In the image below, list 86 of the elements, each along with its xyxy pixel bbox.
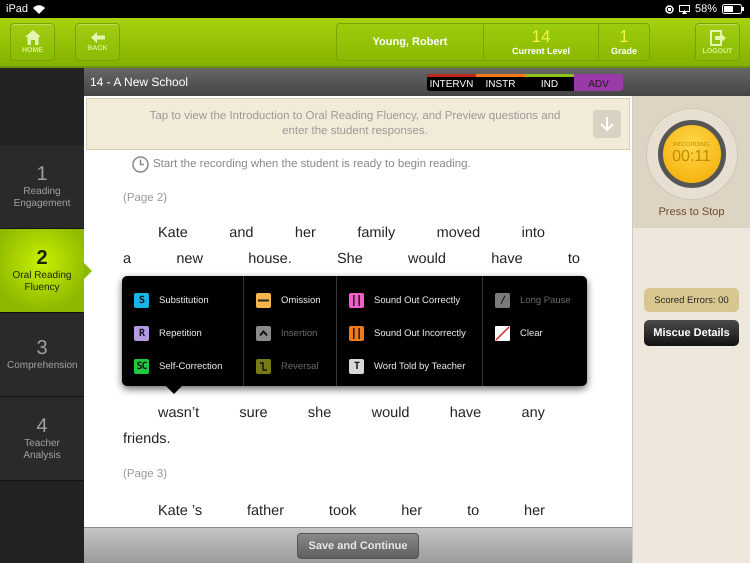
passage-word[interactable]: father bbox=[246, 503, 284, 519]
grade-label: Grade bbox=[610, 46, 637, 56]
level-tab[interactable]: INTERVN bbox=[427, 74, 476, 90]
down-arrow-icon bbox=[600, 116, 614, 132]
caret-icon bbox=[256, 326, 271, 341]
miscue-symbol: / bbox=[495, 293, 510, 308]
miscue-option[interactable]: Omission bbox=[256, 284, 336, 317]
clock-icon bbox=[132, 156, 149, 172]
clear-icon bbox=[495, 326, 510, 341]
step-tab[interactable]: 4 Teacher Analysis bbox=[0, 397, 84, 481]
passage-word[interactable]: would bbox=[408, 251, 446, 267]
save-and-continue-button[interactable]: Save and Continue bbox=[297, 532, 419, 558]
stop-hint: Press to Stop bbox=[658, 206, 725, 218]
passage-word[interactable]: new bbox=[176, 251, 203, 267]
exit-icon bbox=[710, 30, 726, 46]
page-label: (Page 3) bbox=[123, 468, 168, 480]
passage-word[interactable]: have bbox=[450, 405, 482, 421]
passage-word[interactable]: a bbox=[123, 251, 132, 267]
step-number: 2 bbox=[36, 247, 48, 270]
miscue-option[interactable]: T Word Told by Teacher bbox=[349, 350, 482, 383]
dash-icon bbox=[256, 293, 271, 308]
level-label: Current Level bbox=[512, 46, 570, 56]
level-value: 14 bbox=[532, 28, 550, 46]
passage-word[interactable]: her bbox=[401, 503, 422, 519]
device-name: iPad bbox=[6, 3, 28, 15]
expand-button[interactable] bbox=[593, 110, 621, 138]
wifi-icon bbox=[33, 4, 46, 14]
miscue-option[interactable]: R Repetition bbox=[134, 317, 243, 350]
miscue-symbol: T bbox=[349, 359, 364, 374]
banner-text: Tap to view the Introduction to Oral Reading Fluency, and Preview questions and enter the student responses. bbox=[148, 109, 562, 139]
step-number: 1 bbox=[36, 163, 48, 186]
rotation-lock-icon bbox=[664, 4, 674, 14]
step-number: 4 bbox=[36, 415, 48, 438]
passage-word[interactable]: any bbox=[522, 405, 545, 421]
passage-word[interactable]: to bbox=[568, 251, 580, 267]
passage-word[interactable]: Kate ’s bbox=[158, 503, 202, 519]
passage-word[interactable]: wasn’t bbox=[158, 405, 200, 421]
instruction-text: Start the recording when the student is ready to begin reading. bbox=[153, 158, 471, 170]
step-tab[interactable]: 3 Comprehension bbox=[0, 313, 84, 397]
miscue-symbol: SC bbox=[134, 359, 149, 374]
passage-word[interactable]: Kate bbox=[158, 225, 188, 241]
double-bar-icon bbox=[349, 326, 364, 341]
step-number: 3 bbox=[36, 337, 48, 360]
passage-word[interactable]: took bbox=[328, 503, 356, 519]
step-label: Oral Reading Fluency bbox=[12, 270, 72, 294]
passage-word[interactable]: family bbox=[357, 225, 396, 241]
grade-value: 1 bbox=[619, 28, 629, 46]
miscue-option[interactable]: S Substitution bbox=[134, 284, 243, 317]
level-tab[interactable]: INSTR bbox=[476, 74, 525, 90]
passage-word[interactable]: moved bbox=[436, 225, 480, 241]
passage-word[interactable]: and bbox=[229, 225, 254, 241]
miscue-symbol: S bbox=[134, 293, 149, 308]
passage-word[interactable]: have bbox=[491, 251, 523, 267]
battery-percentage: 58% bbox=[694, 3, 717, 15]
scored-errors: Scored Errors: 00 bbox=[644, 288, 739, 312]
miscue-details-button[interactable]: Miscue Details bbox=[644, 320, 739, 346]
passage-word[interactable]: would bbox=[372, 405, 410, 421]
step-label: Teacher Analysis bbox=[22, 438, 62, 462]
student-name: Young, Robert bbox=[372, 36, 448, 48]
miscue-option[interactable]: Clear bbox=[495, 317, 587, 350]
back-arrow-icon bbox=[90, 32, 104, 43]
passage-word[interactable]: She bbox=[336, 251, 363, 267]
step-label: Comprehension bbox=[7, 360, 77, 372]
passage-word[interactable]: she bbox=[308, 405, 332, 421]
page-label: (Page 2) bbox=[123, 192, 168, 204]
passage-word[interactable]: to bbox=[467, 503, 480, 519]
double-bar-icon bbox=[349, 293, 364, 308]
passage-word[interactable]: into bbox=[522, 225, 545, 241]
passage-word[interactable]: sure bbox=[239, 405, 268, 421]
battery-icon bbox=[722, 4, 744, 14]
house-icon bbox=[24, 30, 40, 45]
step-label: Reading Engagement bbox=[12, 186, 72, 210]
miscue-option[interactable]: SC Self-Correction bbox=[134, 350, 243, 383]
passage-word[interactable]: her bbox=[294, 225, 316, 241]
miscue-symbol: R bbox=[134, 326, 149, 341]
airplay-icon bbox=[678, 4, 690, 14]
miscue-option[interactable]: Sound Out Incorrectly bbox=[349, 317, 482, 350]
miscue-option[interactable]: Sound Out Correctly bbox=[349, 284, 482, 317]
passage-word[interactable]: her bbox=[524, 503, 545, 519]
step-tab[interactable]: 1 Reading Engagement bbox=[0, 145, 84, 229]
passage-word[interactable]: house. bbox=[248, 251, 292, 267]
step-tab[interactable]: 2 Oral Reading Fluency bbox=[0, 229, 84, 313]
passage-word[interactable]: friends. bbox=[123, 431, 171, 447]
recording-timer: 00:11 bbox=[672, 148, 711, 166]
squiggle-icon bbox=[256, 359, 271, 374]
story-title: 14 - A New School bbox=[90, 75, 190, 89]
